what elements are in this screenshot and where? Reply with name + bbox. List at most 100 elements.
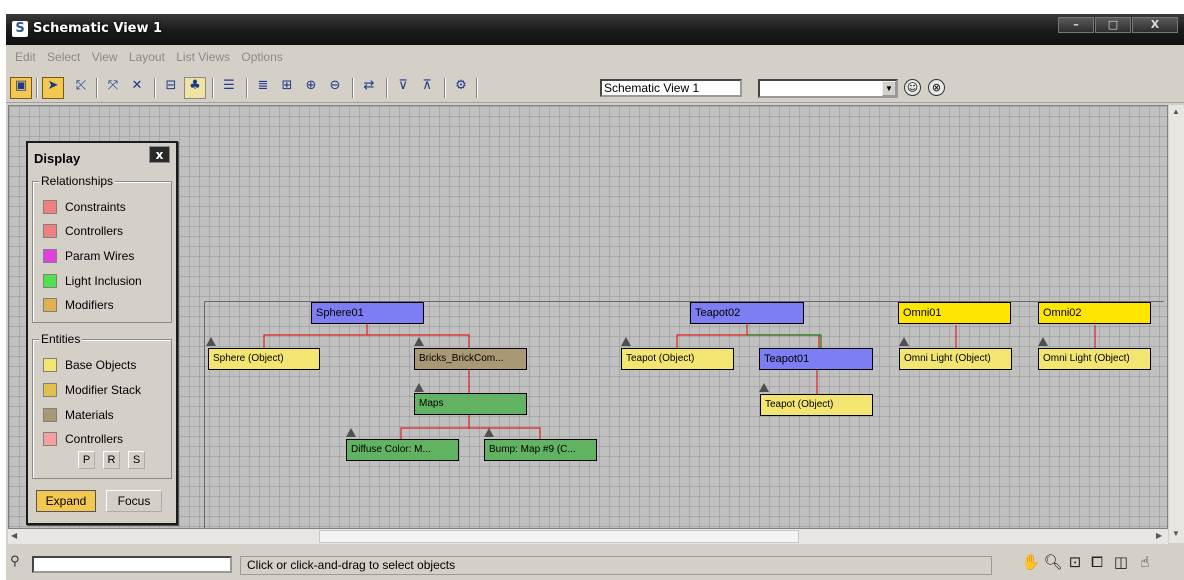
pan-to-selected-icon[interactable]: ☝ — [1134, 553, 1156, 575]
collapse-triangle-icon[interactable] — [346, 428, 356, 437]
close-button[interactable]: X — [1132, 17, 1178, 33]
go-to-bookmark-icon[interactable]: ☺ — [904, 79, 921, 96]
position-button[interactable]: P — [78, 451, 95, 469]
scroll-right-icon[interactable]: ▶ — [1156, 531, 1162, 540]
zoom-extents-icon[interactable]: ⧠ — [1086, 553, 1108, 575]
collapse-triangle-icon[interactable] — [414, 337, 424, 346]
vertical-scrollbar[interactable]: ▲ ▼ — [1169, 105, 1184, 543]
display-floater-icon[interactable]: ▣ — [10, 77, 32, 99]
node-bricks-material[interactable]: Bricks_BrickCom... — [414, 348, 527, 370]
node-maps[interactable]: Maps — [414, 393, 527, 415]
status-bar: ⚲ Click or click-and-drag to select obje… — [6, 544, 1184, 580]
schematic-canvas[interactable]: Sphere01 Sphere (Object) Bricks_BrickCom… — [8, 105, 1168, 529]
bookmark-combo[interactable]: ▼ — [758, 79, 898, 98]
relationships-group: Relationships Constraints Controllers Pa… — [32, 174, 172, 323]
collapse-triangle-icon[interactable] — [759, 383, 769, 392]
wire-bump — [469, 427, 541, 439]
scale-button[interactable]: S — [128, 451, 145, 469]
collapse-triangle-icon[interactable] — [206, 337, 216, 346]
node-sphere01[interactable]: Sphere01 — [311, 302, 424, 324]
light-inclusion-swatch — [43, 274, 57, 288]
node-omni01[interactable]: Omni01 — [898, 302, 1011, 324]
node-omni-light-1[interactable]: Omni Light (Object) — [899, 348, 1012, 370]
node-teapot01[interactable]: Teapot01 — [759, 348, 873, 370]
expand-selected-icon[interactable]: ⊕ — [300, 77, 322, 99]
wire-light-include — [747, 334, 822, 348]
pan-hand-icon[interactable]: ✋ — [1020, 553, 1042, 575]
controllers-entity-label: Controllers — [65, 432, 124, 446]
wire-diffuse — [400, 415, 470, 439]
modifiers-swatch — [43, 298, 57, 312]
maximize-button[interactable]: □ — [1095, 17, 1131, 33]
menu-layout[interactable]: Layout — [126, 45, 170, 69]
preferences-icon[interactable]: ⚙ — [450, 77, 472, 99]
title-bar: S Schematic View 1 – □ X — [6, 14, 1184, 45]
zoom-region-icon[interactable]: ⊡ — [1064, 553, 1086, 575]
node-omni-light-2[interactable]: Omni Light (Object) — [1038, 348, 1151, 370]
zoom-extents-selected-icon[interactable]: ◫ — [1110, 553, 1132, 575]
toolbar-separator — [352, 78, 354, 98]
arrange-children-icon[interactable]: ☰ — [218, 77, 240, 99]
close-icon[interactable]: x — [149, 146, 170, 163]
hide-selected-icon[interactable]: ⊖ — [324, 77, 346, 99]
toolbar: ▣ ➤ ⤪ ⤧ ✕ ⊟ ♣ ☰ ≣ ⊞ ⊕ ⊖ ⇄ ⊽ ⊼ ⚙ Schemati… — [6, 69, 1184, 103]
delete-bookmark-icon[interactable]: ⊗ — [928, 79, 945, 96]
minimize-button[interactable]: – — [1058, 17, 1094, 33]
collapse-selected-icon[interactable]: ⊞ — [276, 77, 298, 99]
search-icon[interactable]: ⚲ — [10, 554, 26, 570]
horizontal-scroll-thumb[interactable] — [319, 530, 799, 543]
relationships-label: Relationships — [39, 174, 116, 188]
connect-icon[interactable]: ⤪ — [70, 77, 92, 99]
view-name-field[interactable]: Schematic View 1 — [600, 79, 742, 97]
collapse-triangle-icon[interactable] — [621, 337, 631, 346]
sync-selection-icon[interactable]: ⇄ — [358, 77, 380, 99]
node-bump-map[interactable]: Bump: Map #9 (C... — [484, 439, 597, 461]
collapse-triangle-icon[interactable] — [1038, 337, 1048, 346]
node-diffuse-color-map[interactable]: Diffuse Color: M... — [346, 439, 459, 461]
rotation-button[interactable]: R — [103, 451, 120, 469]
unlink-selected-icon[interactable]: ⤧ — [102, 77, 124, 99]
toolbar-separator — [36, 78, 38, 98]
scroll-left-icon[interactable]: ◀ — [11, 531, 17, 540]
param-wires-swatch — [43, 249, 57, 263]
move-parents-icon[interactable]: ⊼ — [416, 77, 438, 99]
collapse-triangle-icon[interactable] — [414, 383, 424, 392]
zoom-icon[interactable]: 🔍︎ — [1042, 553, 1064, 575]
materials-swatch — [43, 408, 57, 422]
scroll-down-icon[interactable]: ▼ — [1172, 529, 1180, 538]
param-wires-label: Param Wires — [65, 249, 135, 263]
collapse-triangle-icon[interactable] — [484, 428, 494, 437]
node-teapot-object-2[interactable]: Teapot (Object) — [760, 394, 873, 416]
node-omni02[interactable]: Omni02 — [1038, 302, 1151, 324]
move-children-icon[interactable]: ⊽ — [392, 77, 414, 99]
menu-edit[interactable]: Edit — [12, 45, 41, 69]
menu-bar: Edit Select View Layout List Views Optio… — [6, 45, 1184, 69]
references-mode-icon[interactable]: ♣ — [184, 77, 206, 99]
focus-button[interactable]: Focus — [106, 490, 162, 512]
3dsmax-app-icon: S — [12, 21, 28, 37]
delete-icon[interactable]: ✕ — [126, 77, 148, 99]
horizontal-scrollbar[interactable]: ◀ ▶ — [8, 529, 1168, 544]
chevron-down-icon[interactable]: ▼ — [882, 81, 896, 96]
window-controls: – □ X — [1058, 17, 1178, 33]
node-teapot-object-1[interactable]: Teapot (Object) — [621, 348, 734, 370]
node-sphere-object[interactable]: Sphere (Object) — [208, 348, 320, 370]
menu-select[interactable]: Select — [44, 45, 85, 69]
menu-view[interactable]: View — [89, 45, 123, 69]
search-input[interactable] — [32, 556, 232, 573]
menu-list-views[interactable]: List Views — [173, 45, 235, 69]
controllers-entity-swatch — [43, 432, 57, 446]
status-message: Click or click-and-drag to select object… — [240, 556, 992, 575]
select-by-name-icon[interactable]: ≣ — [252, 77, 274, 99]
toolbar-separator — [246, 78, 248, 98]
scroll-up-icon[interactable]: ▲ — [1172, 107, 1180, 116]
menu-options[interactable]: Options — [238, 45, 287, 69]
entities-label: Entities — [39, 332, 83, 346]
toolbar-separator — [154, 78, 156, 98]
expand-button[interactable]: Expand — [36, 490, 96, 512]
select-arrow-icon[interactable]: ➤ — [42, 77, 64, 99]
hierarchy-mode-icon[interactable]: ⊟ — [160, 77, 182, 99]
collapse-triangle-icon[interactable] — [899, 337, 909, 346]
node-teapot02[interactable]: Teapot02 — [690, 302, 804, 324]
entities-group: Entities Base Objects Modifier Stack Mat… — [32, 332, 172, 479]
